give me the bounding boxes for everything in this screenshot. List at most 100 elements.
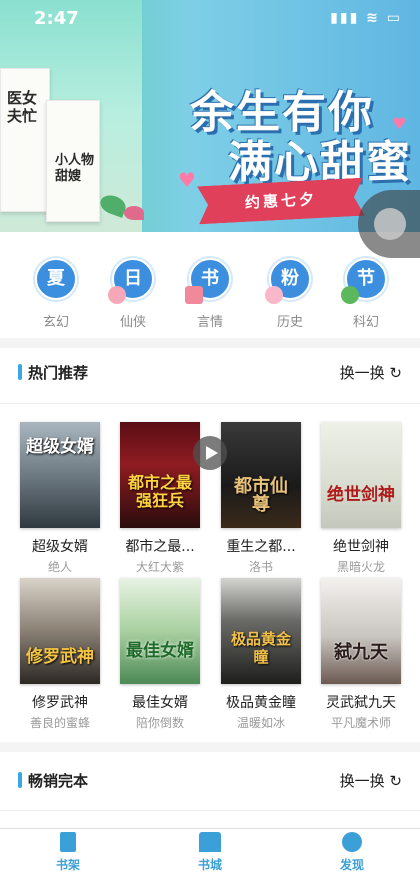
book-author: 黑暗火龙 (336, 560, 385, 574)
status-time: 2:47 (34, 8, 79, 29)
divider (0, 810, 420, 811)
book-cover: 都市仙尊 (221, 422, 301, 528)
cover-title: 最佳女婿 (126, 641, 194, 661)
book-title: 超级女婿 (32, 539, 88, 555)
category-label: 科幻 (352, 315, 379, 330)
banner-book-cover: 医女夫忙 (0, 68, 50, 212)
hot-section-header: 热门推荐 换一换 ↻ (0, 350, 420, 394)
book-item[interactable]: 都市之最强狂兵 都市之最... 大红大紫 (117, 422, 203, 575)
cover-title: 都市之最强狂兵 (127, 473, 192, 510)
book-item[interactable]: 超级女婿 超级女婿 绝人 (17, 422, 103, 575)
category-yanqing[interactable]: 书 言情 (180, 252, 240, 330)
category-xuanhuan[interactable]: 夏 玄幻 (26, 252, 86, 330)
cover-title: 修罗武神 (26, 647, 94, 667)
assistive-touch-icon (374, 208, 406, 240)
section-title: 畅销完本 (28, 772, 89, 790)
category-icon-char: 书 (201, 268, 219, 289)
tab-label: 书城 (197, 858, 222, 872)
banner-book-cover: 小人物甜嫂 (46, 100, 100, 222)
category-icon: 粉 (265, 258, 311, 304)
book-title: 重生之都... (226, 539, 296, 555)
status-bar: 2:47 ▮▮▮ ≋ ▭ (0, 0, 420, 38)
category-icon-char: 日 (124, 268, 142, 289)
tab-bookstore[interactable]: 书城 (170, 832, 250, 873)
category-label: 仙侠 (119, 315, 146, 330)
book-author: 善良的蜜蜂 (29, 716, 90, 730)
book-title: 极品黄金瞳 (226, 695, 296, 711)
section-accent-bar (18, 772, 22, 788)
book-icon (60, 832, 76, 852)
banner-headline: 余生有你 满心甜蜜 (190, 88, 412, 188)
book-item[interactable]: 极品黄金瞳 极品黄金瞳 温暖如冰 (218, 578, 304, 731)
category-lishi[interactable]: 粉 历史 (260, 252, 320, 330)
book-author: 平凡魔术师 (330, 716, 391, 730)
category-icon: 书 (185, 258, 231, 304)
bottom-tab-bar: 书架 书城 发现 (0, 828, 420, 876)
book-cover: 绝世剑神 (321, 422, 401, 528)
cover-title: 都市仙尊 (234, 476, 288, 515)
section-accent-bar (18, 364, 22, 380)
gift-icon (185, 286, 203, 304)
book-item[interactable]: 修罗武神 修罗武神 善良的蜜蜂 (17, 578, 103, 731)
category-row: 夏 玄幻 日 仙侠 书 言情 粉 历史 节 科幻 (0, 252, 420, 332)
flower-icon (108, 286, 126, 304)
book-item[interactable]: 最佳女婿 最佳女婿 陪你倒数 (117, 578, 203, 731)
cover-title: 绝世剑神 (327, 485, 395, 505)
tab-label: 发现 (339, 858, 364, 872)
category-kehuan[interactable]: 节 科幻 (336, 252, 396, 330)
banner-book-title: 医女夫忙 (7, 89, 38, 125)
book-item[interactable]: 弑九天 灵武弑九天 平凡魔术师 (318, 578, 404, 731)
video-play-icon[interactable] (193, 436, 227, 470)
book-author: 陪你倒数 (135, 716, 184, 730)
tab-label: 书架 (55, 858, 80, 872)
book-title: 灵武弑九天 (326, 695, 396, 711)
flower-decoration (124, 206, 144, 220)
book-author: 温暖如冰 (236, 716, 285, 730)
book-author: 大红大紫 (135, 560, 184, 574)
category-icon-char: 节 (357, 268, 375, 289)
tab-bookshelf[interactable]: 书架 (28, 832, 108, 873)
refresh-button[interactable]: 换一换 ↻ (340, 770, 402, 791)
cover-title: 超级女婿 (26, 437, 94, 457)
category-icon: 夏 (35, 258, 77, 300)
status-icons: ▮▮▮ ≋ ▭ (330, 10, 402, 26)
category-icon-char: 粉 (281, 268, 299, 289)
refresh-button[interactable]: 换一换 ↻ (340, 362, 402, 383)
banner-headline-line1: 余生有你 (190, 87, 374, 138)
category-label: 玄幻 (42, 315, 69, 330)
book-title: 绝世剑神 (333, 539, 389, 555)
store-icon (199, 832, 221, 852)
section-separator (0, 338, 420, 348)
category-icon: 节 (341, 258, 387, 304)
book-cover: 最佳女婿 (120, 578, 200, 684)
category-icon-char: 夏 (47, 268, 65, 289)
promo-banner[interactable]: 医女夫忙 小人物甜嫂 ♥ ♥ 余生有你 满心甜蜜 约惠七夕 2:47 ▮▮▮ ≋… (0, 0, 420, 232)
floating-assistive-button[interactable] (358, 190, 420, 258)
flower-icon (265, 286, 283, 304)
book-cover: 极品黄金瞳 (221, 578, 301, 684)
book-cover: 超级女婿 (20, 422, 100, 528)
book-cover: 修罗武神 (20, 578, 100, 684)
category-label: 言情 (196, 315, 223, 330)
book-item[interactable]: 都市仙尊 重生之都... 洛书 (218, 422, 304, 575)
cover-title: 弑九天 (334, 642, 388, 663)
section-separator (0, 742, 420, 752)
watermelon-icon (341, 286, 359, 304)
book-author: 洛书 (248, 560, 273, 574)
cover-title: 极品黄金瞳 (230, 630, 291, 666)
compass-icon (342, 832, 362, 852)
book-cover: 弑九天 (321, 578, 401, 684)
book-item[interactable]: 绝世剑神 绝世剑神 黑暗火龙 (318, 422, 404, 575)
book-title: 最佳女婿 (132, 695, 188, 711)
book-title: 修罗武神 (32, 695, 88, 711)
bestseller-section-header: 畅销完本 换一换 ↻ (0, 758, 420, 802)
category-xianxia[interactable]: 日 仙侠 (103, 252, 163, 330)
category-icon: 日 (108, 258, 154, 304)
tab-discover[interactable]: 发现 (312, 832, 392, 873)
book-author: 绝人 (47, 560, 72, 574)
book-cover: 都市之最强狂兵 (120, 422, 200, 528)
book-title: 都市之最... (125, 539, 195, 555)
category-label: 历史 (276, 315, 303, 330)
section-title: 热门推荐 (28, 364, 89, 382)
divider (0, 403, 420, 404)
